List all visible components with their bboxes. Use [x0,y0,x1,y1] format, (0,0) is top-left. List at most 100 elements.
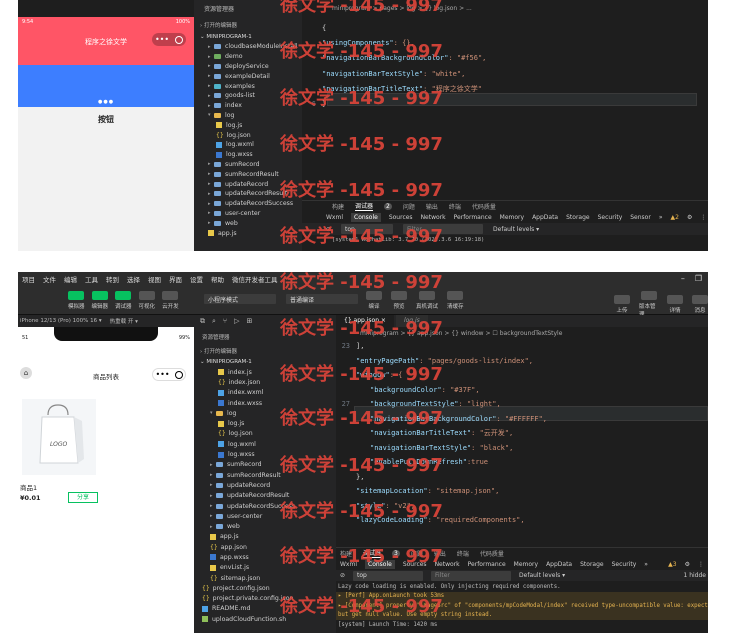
toolbar-button[interactable]: 调试器 [115,291,132,310]
source-control-icon[interactable]: ⑂ [223,317,227,325]
tree-item[interactable]: app.js [210,532,336,542]
toolbar-button[interactable]: 编辑器 [92,291,108,310]
tree-item[interactable]: ▸ updateRecord [210,480,336,490]
devtools-tab[interactable]: Sources [389,214,413,221]
tree-item[interactable]: ▸ sumRecord [208,160,302,170]
devtools-tab[interactable]: AppData [532,214,558,221]
tab[interactable]: 代码质量 [480,549,504,558]
tree-item[interactable]: ▸ user-center [208,209,302,219]
product-image[interactable]: LOGO [22,399,96,475]
primary-button[interactable]: 按钮 [18,114,194,125]
levels-select[interactable]: Default levels ▾ [519,572,565,579]
tab[interactable]: 终端 [457,549,469,558]
devtools-tab[interactable]: Memory [514,561,538,568]
devtools-tab[interactable]: AppData [546,561,572,568]
devtools-tab[interactable]: Storage [580,561,603,568]
devtools-tab[interactable]: Wxml [326,214,343,221]
toolbar-button[interactable]: 清缓存 [447,291,464,310]
filter-input[interactable]: Filter [431,570,512,581]
toolbar-button-label: 云开发 [162,304,179,310]
watermark: 徐文学 -145 - 997 [280,88,443,109]
share-button[interactable]: 分享 [68,492,98,503]
tab[interactable]: 问题 [403,202,415,211]
search-icon[interactable]: ⌕ [212,317,216,326]
tree-item[interactable]: index.wxml [210,388,336,398]
gear-icon[interactable]: ⚙ [687,214,692,221]
swiper-banner[interactable]: ●●● [18,65,194,107]
open-editors-section[interactable]: › 打开的编辑器 [194,341,336,355]
tab[interactable]: 终端 [449,202,461,211]
tree-item[interactable]: ▾ log [208,111,302,121]
more-vertical-icon[interactable]: ⋮ [700,214,708,221]
code-line[interactable]: { [302,20,708,35]
devtools-tab[interactable]: Memory [500,214,524,221]
devtools-tab[interactable]: Performance [454,214,492,221]
menu-item[interactable]: 微信开发者工具 [232,274,278,284]
menu-item[interactable]: 项目 [22,274,35,284]
json-value: : "sitemap.json", [427,487,500,496]
menu-item[interactable]: 转到 [106,274,119,284]
folder-icon [214,171,221,177]
toolbar-button[interactable]: 详情 [667,295,683,314]
menu-item[interactable]: 视图 [148,274,161,284]
capsule-menu[interactable]: ••• [152,33,186,46]
devtools-tab[interactable]: Console [351,212,381,222]
more-icon[interactable]: ••• [155,35,169,44]
devtools-tab[interactable]: Security [598,214,623,221]
wxss-file-icon [218,400,224,407]
toolbar-button[interactable]: 模拟器 [68,291,85,310]
tree-item[interactable]: {} sitemap.json [210,573,336,583]
minimize-icon[interactable]: – [681,274,685,283]
devtools-tab[interactable]: Storage [566,214,589,221]
toolbar-button[interactable]: 上传 [614,295,630,314]
levels-select[interactable]: Default levels ▾ [493,226,539,233]
close-circle-icon[interactable] [175,35,184,44]
files-icon[interactable]: ⧉ [200,317,205,326]
tab[interactable]: 代码质量 [472,202,496,211]
mode-select[interactable]: 小程序模式 [204,294,276,304]
devtools-tab[interactable]: Performance [468,561,506,568]
tree-item[interactable]: log.js [208,120,302,130]
folder-icon [214,44,221,50]
more-icon[interactable]: ••• [155,370,169,379]
tree-item[interactable]: log.wxml [210,439,336,449]
hot-reload-select[interactable]: 热重载 开 ▾ [110,317,138,325]
devtools-tab[interactable]: Sensor [630,214,651,221]
toolbar-button-icon [115,291,132,300]
more-vertical-icon[interactable]: ⋮ [698,561,708,568]
tree-item[interactable]: ▸ exampleDetail [208,71,302,81]
code-line[interactable]: "navigationBarTextStyle": "white", [302,66,708,81]
toolbar-button[interactable]: 版本管理 [639,291,658,318]
devtools-tab[interactable]: » [644,561,648,568]
compile-select[interactable]: 普通编译 [286,294,358,304]
maximize-icon[interactable]: ❐ [695,274,702,283]
menu-item[interactable]: 工具 [85,274,98,284]
menu-item[interactable]: 文件 [43,274,56,284]
extensions-icon[interactable]: ⊞ [247,317,253,325]
tree-item[interactable]: ▸ deployService [208,62,302,72]
device-select[interactable]: iPhone 12/13 (Pro) 100% 16 ▾ [20,318,102,324]
toolbar-button[interactable]: 可视化 [139,291,155,310]
context-select[interactable]: top [353,570,424,581]
clear-icon[interactable]: ⊘ [340,572,345,579]
folder-icon [214,63,221,69]
tab[interactable]: 构建 [332,202,344,211]
toolbar-button[interactable]: 云开发 [162,291,179,310]
menu-item[interactable]: 选择 [127,274,140,284]
gear-icon[interactable]: ⚙ [685,561,690,568]
menu-item[interactable]: 编辑 [64,274,77,284]
toolbar-button[interactable]: 消息 [692,295,708,314]
devtools-tab[interactable]: Security [612,561,637,568]
debug-icon[interactable]: ▷ [234,317,239,325]
devtools-tab[interactable]: Network [421,214,446,221]
tree-item[interactable]: {} log.json [210,429,336,439]
code-line[interactable]: 23], [336,339,708,354]
tab[interactable]: 调试器 [355,201,374,211]
devtools-tab[interactable]: » [659,214,663,221]
menu-item[interactable]: 界面 [169,274,182,284]
menu-item[interactable]: 帮助 [211,274,224,284]
capsule-menu[interactable]: ••• [152,368,186,381]
menu-item[interactable]: 设置 [190,274,203,284]
tab[interactable]: 输出 [426,202,438,211]
close-circle-icon[interactable] [174,370,183,379]
